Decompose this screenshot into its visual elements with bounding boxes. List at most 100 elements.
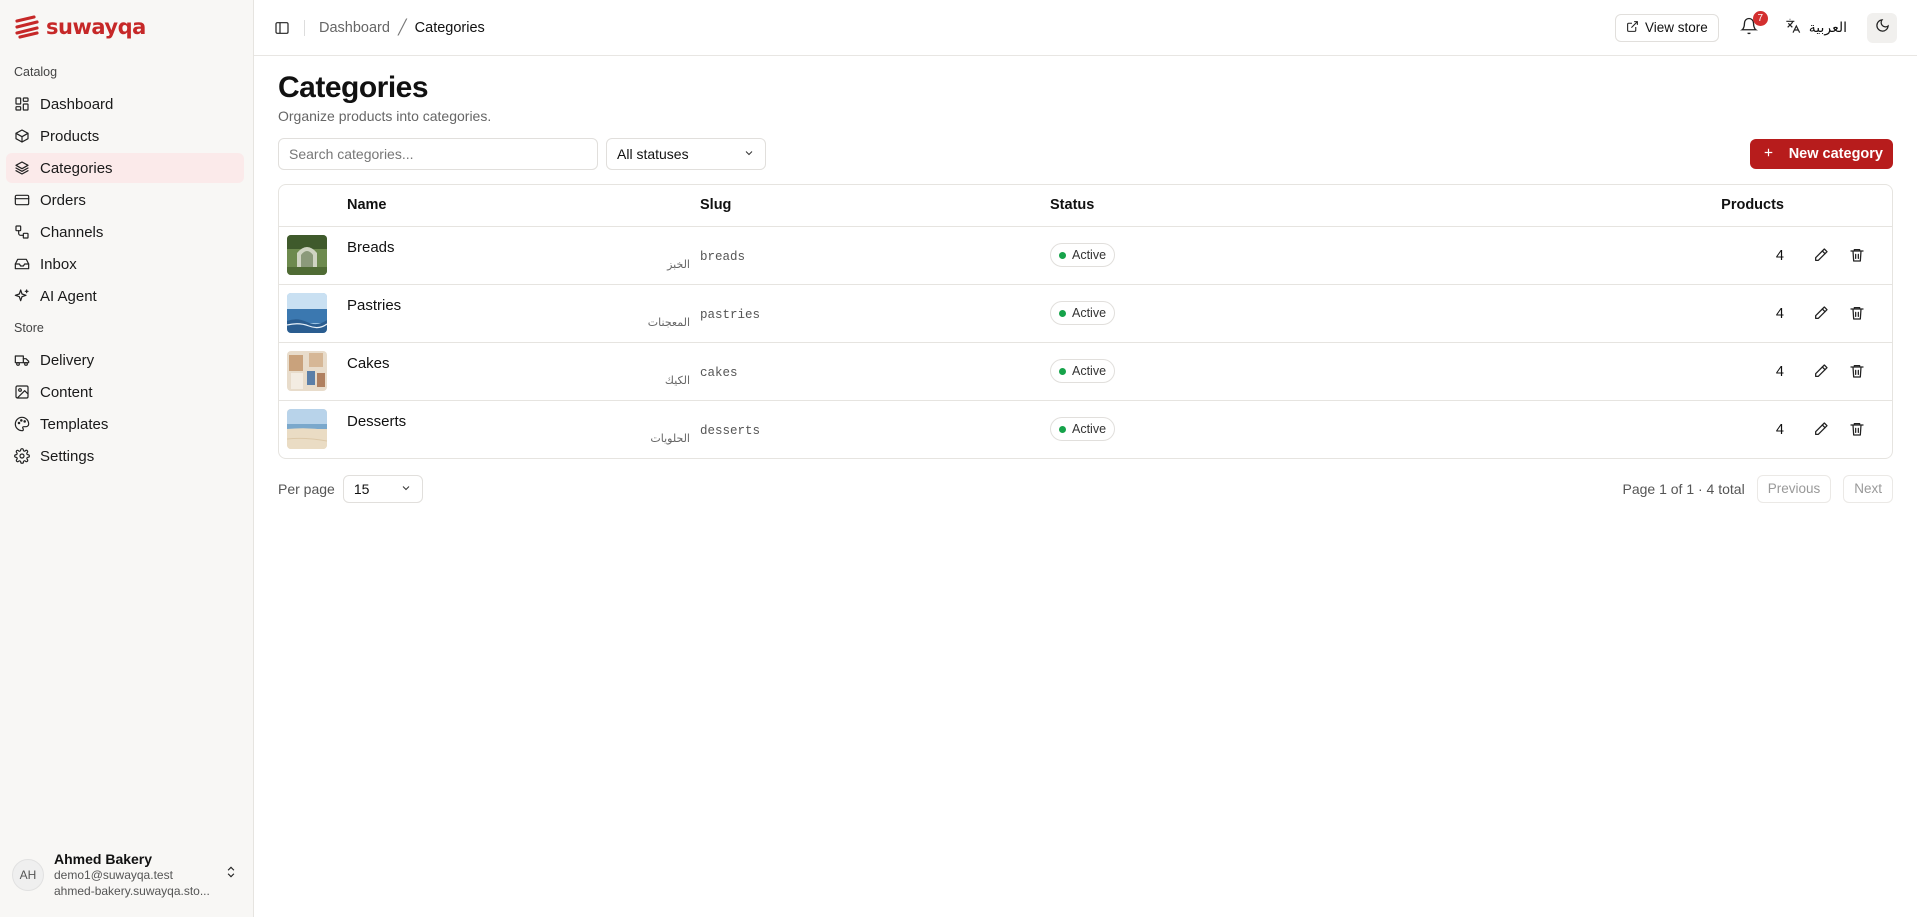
image-icon <box>14 384 30 400</box>
sidebar-item-inbox[interactable]: Inbox <box>6 249 244 279</box>
thumbnail-cell <box>279 284 347 343</box>
delete-trash-icon[interactable] <box>1848 246 1866 264</box>
name-cell: Breads الخبز <box>347 226 700 285</box>
package-icon <box>14 128 30 144</box>
topbar-actions: View store 7 العربية <box>1614 10 1897 43</box>
breadcrumb-separator-icon: ╱ <box>397 19 407 36</box>
products-count: 4 <box>1775 305 1784 322</box>
actions-cell <box>1812 400 1892 458</box>
section-label-catalog: Catalog <box>14 65 58 79</box>
per-page-select[interactable]: 15 <box>342 474 423 503</box>
sidebar-item-delivery[interactable]: Delivery <box>6 345 244 375</box>
next-page-button[interactable]: Next <box>1843 474 1893 503</box>
edit-pencil-icon[interactable] <box>1812 420 1830 438</box>
status-dot-icon <box>1059 309 1066 317</box>
header-status[interactable]: Status <box>1050 185 1610 227</box>
previous-page-button[interactable]: Previous <box>1756 474 1832 503</box>
sidebar: suwayqa Catalog Dashboard Products Categ… <box>0 0 254 917</box>
theme-toggle-button[interactable] <box>1867 12 1897 43</box>
table-row[interactable]: Desserts الحلويات desserts Active 4 <box>279 400 1892 458</box>
sidebar-item-label: Inbox <box>40 255 77 273</box>
sidebar-item-categories[interactable]: Categories <box>6 153 244 183</box>
pagination: Per page 15 Page 1 of 1 · 4 total Previo… <box>278 474 1893 503</box>
user-menu[interactable]: AH Ahmed Bakery demo1@suwayqa.test ahmed… <box>12 851 240 903</box>
table-row[interactable]: Pastries المعجنات pastries Active 4 <box>279 284 1892 343</box>
sidebar-item-ai-agent[interactable]: AI Agent <box>6 281 244 311</box>
user-store-domain: ahmed-bakery.suwayqa.sto... <box>54 884 210 898</box>
chevron-down-icon <box>400 481 412 497</box>
sidebar-item-products[interactable]: Products <box>6 121 244 151</box>
search-input[interactable] <box>278 138 598 170</box>
user-name: Ahmed Bakery <box>54 851 153 867</box>
delete-trash-icon[interactable] <box>1848 420 1866 438</box>
status-badge: Active <box>1050 359 1116 383</box>
language-switch-button[interactable]: العربية <box>1785 18 1847 37</box>
sidebar-item-label: Settings <box>40 447 95 465</box>
edit-pencil-icon[interactable] <box>1812 362 1830 380</box>
status-cell: Active <box>1050 342 1610 401</box>
user-email: demo1@suwayqa.test <box>54 868 173 882</box>
sidebar-toggle-icon[interactable] <box>270 16 294 40</box>
edit-pencil-icon[interactable] <box>1812 304 1830 322</box>
header-slug[interactable]: Slug <box>700 185 1050 227</box>
table-row[interactable]: Breads الخبز breads Active 4 <box>279 226 1892 285</box>
products-count: 4 <box>1775 421 1784 438</box>
header-products[interactable]: Products <box>1610 185 1812 227</box>
new-category-label: New category <box>1788 146 1883 162</box>
sidebar-item-dashboard[interactable]: Dashboard <box>6 89 244 119</box>
category-slug: pastries <box>700 307 761 322</box>
status-cell: Active <box>1050 284 1610 343</box>
notifications-button[interactable]: 7 <box>1735 10 1768 42</box>
sidebar-item-channels[interactable]: Channels <box>6 217 244 247</box>
language-label: العربية <box>1808 19 1847 35</box>
truck-icon <box>14 352 30 368</box>
category-name: Breads <box>347 238 395 256</box>
view-store-button[interactable]: View store <box>1614 13 1719 42</box>
plus-icon <box>1762 146 1775 163</box>
sidebar-item-label: Categories <box>40 159 113 177</box>
per-page-value: 15 <box>353 480 370 497</box>
sidebar-item-content[interactable]: Content <box>6 377 244 407</box>
name-cell: Cakes الكيك <box>347 342 700 401</box>
sidebar-item-orders[interactable]: Orders <box>6 185 244 215</box>
brand-logo[interactable]: suwayqa <box>14 14 146 40</box>
table-row[interactable]: Cakes الكيك cakes Active 4 <box>279 342 1892 401</box>
breadcrumb-dashboard[interactable]: Dashboard <box>319 20 390 36</box>
pagination-summary: Page 1 of 1 · 4 total <box>1622 480 1745 497</box>
status-filter-select[interactable]: All statuses <box>606 138 766 170</box>
slug-cell: desserts <box>700 400 1050 458</box>
suwayqa-logo-icon <box>15 15 39 39</box>
chevrons-up-down-icon[interactable] <box>224 865 240 881</box>
actions-cell <box>1812 284 1892 343</box>
inbox-icon <box>14 256 30 272</box>
sidebar-item-settings[interactable]: Settings <box>6 441 244 471</box>
slug-cell: cakes <box>700 342 1050 401</box>
header-thumbnail <box>279 185 347 227</box>
category-slug: breads <box>700 249 746 264</box>
sidebar-item-label: Products <box>40 127 100 145</box>
sidebar-item-label: AI Agent <box>40 287 97 305</box>
edit-pencil-icon[interactable] <box>1812 246 1830 264</box>
category-name: Cakes <box>347 354 390 372</box>
breadcrumb: Dashboard ╱ Categories <box>319 20 485 36</box>
new-category-button[interactable]: New category <box>1749 139 1893 169</box>
languages-icon <box>1785 18 1801 37</box>
sidebar-item-templates[interactable]: Templates <box>6 409 244 439</box>
delete-trash-icon[interactable] <box>1848 304 1866 322</box>
pagination-controls: Page 1 of 1 · 4 total Previous Next <box>1622 474 1893 503</box>
thumbnail-cell <box>279 400 347 458</box>
sparkles-icon <box>14 288 30 304</box>
main-area: Dashboard ╱ Categories View store 7 العر… <box>254 0 1917 917</box>
user-info: Ahmed Bakery demo1@suwayqa.test ahmed-ba… <box>54 851 224 899</box>
page-content: Categories Organize products into catego… <box>278 56 1893 503</box>
category-name-arabic: الكيك <box>664 373 690 387</box>
slug-cell: pastries <box>700 284 1050 343</box>
delete-trash-icon[interactable] <box>1848 362 1866 380</box>
notification-count-badge: 7 <box>1752 10 1768 26</box>
status-cell: Active <box>1050 400 1610 458</box>
header-name[interactable]: Name <box>347 185 700 227</box>
view-store-label: View store <box>1644 20 1708 35</box>
page-title: Categories <box>278 71 429 104</box>
brand-name: suwayqa <box>46 15 146 39</box>
products-cell: 4 <box>1610 400 1812 458</box>
